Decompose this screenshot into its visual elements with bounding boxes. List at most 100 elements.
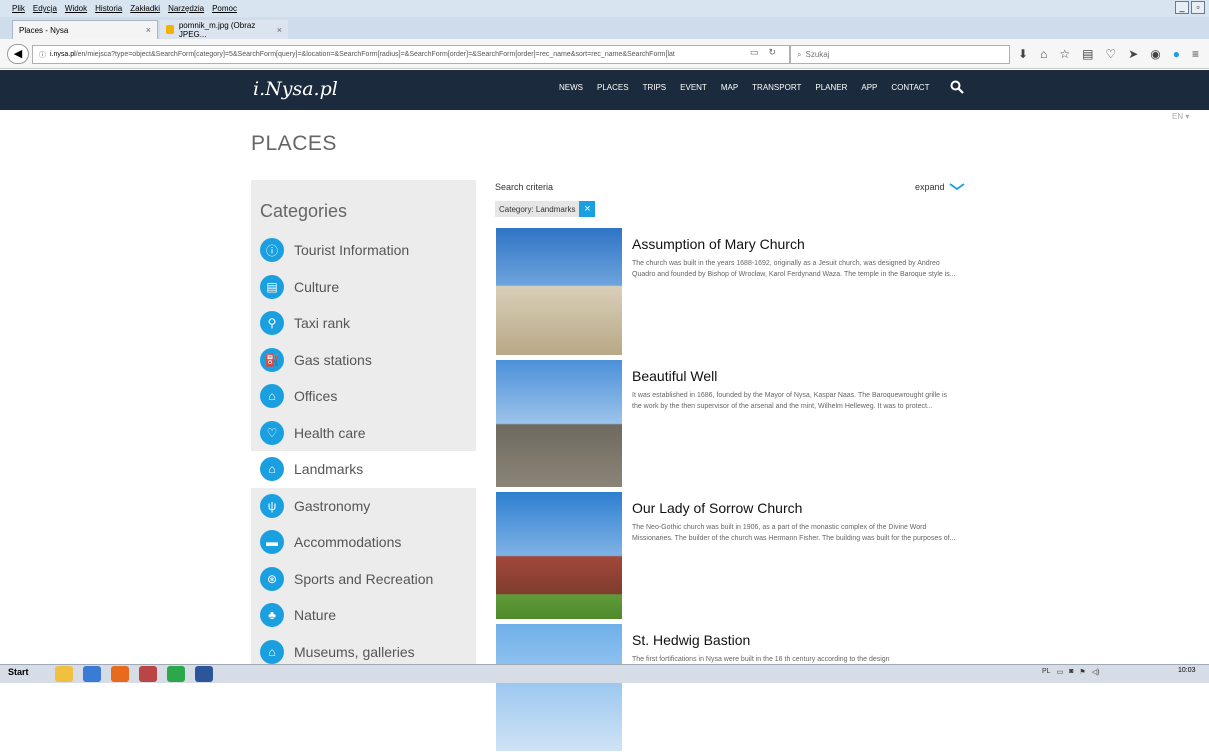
send-icon[interactable]: ➤ bbox=[1128, 47, 1138, 61]
tool-icon[interactable] bbox=[139, 666, 157, 682]
category-item[interactable]: ⌂ Offices bbox=[251, 378, 476, 415]
place-description: It was established in 1686, founded by t… bbox=[632, 392, 948, 410]
expand-label: expand bbox=[915, 182, 945, 192]
nav-places[interactable]: PLACES bbox=[597, 83, 629, 92]
nav-app[interactable]: APP bbox=[861, 83, 877, 92]
volume-icon: ◁) bbox=[1091, 669, 1100, 676]
reload-icon[interactable]: ↻ bbox=[769, 47, 777, 58]
menu-history[interactable]: Historia bbox=[95, 4, 122, 13]
language-select[interactable]: EN ▾ bbox=[1172, 112, 1189, 121]
menu-bookmarks[interactable]: Zakładki bbox=[130, 4, 160, 13]
category-item[interactable]: ♣ Nature bbox=[251, 597, 476, 634]
place-title[interactable]: Beautiful Well bbox=[632, 368, 717, 384]
pocket-icon[interactable]: ♡ bbox=[1105, 47, 1116, 61]
minimize-button[interactable]: _ bbox=[1175, 1, 1189, 14]
taskbar: Start PL ▭ ◙ ⚑ ◁) 10:03 bbox=[0, 664, 1209, 683]
flag-icon: ⚑ bbox=[1079, 669, 1086, 676]
network-icon: ◙ bbox=[1069, 668, 1074, 675]
category-label: Culture bbox=[294, 278, 340, 295]
info-icon: ⓘ bbox=[260, 238, 284, 263]
app-icon[interactable] bbox=[83, 666, 101, 682]
search-criteria-label: Search criteria bbox=[495, 182, 554, 192]
menu-edit[interactable]: Edycja bbox=[33, 4, 57, 13]
url-bar[interactable]: ⓘ i.nysa.pl/en/miejsca?type=object&Searc… bbox=[32, 45, 790, 64]
category-item[interactable]: ⚲ Taxi rank bbox=[251, 305, 476, 342]
place-photo[interactable] bbox=[496, 360, 622, 487]
tab-image[interactable]: pomnik_m.jpg (Obraz JPEG... × bbox=[160, 20, 288, 39]
nav-planer[interactable]: PLANER bbox=[815, 83, 847, 92]
category-item[interactable]: ⛽ Gas stations bbox=[251, 342, 476, 379]
place-photo[interactable] bbox=[496, 492, 622, 619]
category-item[interactable]: ▤ Culture bbox=[251, 269, 476, 306]
reader-icon[interactable]: ▭ bbox=[750, 47, 759, 58]
url-host: i.nysa.pl bbox=[50, 51, 76, 58]
input-language[interactable]: PL bbox=[1042, 668, 1051, 676]
nav-transport[interactable]: TRANSPORT bbox=[752, 83, 801, 92]
category-item[interactable]: ⓘ Tourist Information bbox=[251, 232, 476, 269]
printer-icon: ▭ bbox=[1056, 669, 1064, 676]
menu-tools[interactable]: Narzędzia bbox=[168, 4, 204, 13]
menu-bar: Plik Edycja Widok Historia Zakładki Narz… bbox=[0, 0, 1209, 17]
place-card[interactable]: Beautiful Well It was established in 1686… bbox=[496, 360, 996, 492]
expand-toggle[interactable]: expand bbox=[915, 182, 965, 192]
place-title[interactable]: St. Hedwig Bastion bbox=[632, 632, 750, 648]
place-card[interactable]: Our Lady of Sorrow Church The Neo-Gothic … bbox=[496, 492, 996, 624]
system-tray: PL ▭ ◙ ⚑ ◁) bbox=[1042, 668, 1099, 676]
category-item[interactable]: ♡ Health care bbox=[251, 415, 476, 452]
chevron-down-icon bbox=[949, 183, 965, 191]
nav-map[interactable]: MAP bbox=[721, 83, 738, 92]
close-icon[interactable]: × bbox=[277, 25, 282, 35]
close-icon[interactable]: × bbox=[146, 25, 151, 35]
tab-places-nysa[interactable]: Places - Nysa × bbox=[12, 20, 158, 39]
download-icon[interactable]: ⬇ bbox=[1018, 47, 1028, 61]
nav-event[interactable]: EVENT bbox=[680, 83, 707, 92]
back-button[interactable]: ◀ bbox=[7, 44, 29, 64]
search-input[interactable]: ⌕ Szukaj bbox=[790, 45, 1010, 64]
tab-label: pomnik_m.jpg (Obraz JPEG... bbox=[178, 20, 256, 39]
health-icon: ♡ bbox=[260, 420, 284, 445]
nav-trips[interactable]: TRIPS bbox=[643, 83, 667, 92]
category-item[interactable]: ⌂ Landmarks bbox=[251, 451, 476, 488]
menu-icon[interactable]: ≡ bbox=[1192, 47, 1199, 61]
category-label: Gastronomy bbox=[294, 497, 371, 514]
browser-icon[interactable] bbox=[167, 666, 185, 682]
category-item[interactable]: ⊛ Sports and Recreation bbox=[251, 561, 476, 598]
restore-button[interactable]: ▫ bbox=[1191, 1, 1205, 14]
start-button[interactable]: Start bbox=[8, 667, 29, 677]
library-icon[interactable]: ▤ bbox=[1082, 47, 1093, 61]
menu-file[interactable]: Plik bbox=[12, 4, 25, 13]
sports-icon: ⊛ bbox=[260, 566, 284, 591]
site-logo[interactable]: i.Nysa.pl bbox=[253, 78, 338, 100]
place-title[interactable]: Our Lady of Sorrow Church bbox=[632, 500, 802, 516]
search-icon[interactable] bbox=[950, 80, 964, 94]
menu-view[interactable]: Widok bbox=[65, 4, 87, 13]
museum-icon: ⌂ bbox=[260, 639, 284, 664]
menu-help[interactable]: Pomoc bbox=[212, 4, 237, 13]
home-icon[interactable]: ⌂ bbox=[1040, 47, 1047, 61]
place-card[interactable]: St. Hedwig Bastion The first fortificatio… bbox=[496, 624, 996, 756]
place-title[interactable]: Assumption of Mary Church bbox=[632, 236, 805, 252]
category-label: Accommodations bbox=[294, 534, 402, 551]
skype-icon[interactable]: ● bbox=[1173, 47, 1180, 61]
language-label: EN bbox=[1172, 112, 1184, 121]
tree-icon: ♣ bbox=[260, 603, 284, 628]
place-photo[interactable] bbox=[496, 228, 622, 355]
bookmark-star-icon[interactable]: ☆ bbox=[1059, 47, 1070, 61]
clock[interactable]: 10:03 bbox=[1178, 667, 1196, 674]
category-list: ⓘ Tourist Information ▤ Culture ⚲ Taxi rank ⛽ G… bbox=[251, 232, 476, 664]
word-icon[interactable] bbox=[195, 666, 213, 682]
category-item[interactable]: ψ Gastronomy bbox=[251, 488, 476, 525]
nav-contact[interactable]: CONTACT bbox=[891, 83, 929, 92]
nav-news[interactable]: NEWS bbox=[559, 83, 583, 92]
filter-label: Category: Landmarks bbox=[499, 204, 576, 214]
remove-filter-icon[interactable]: × bbox=[579, 201, 596, 217]
chat-icon[interactable]: ◉ bbox=[1150, 47, 1160, 61]
place-card[interactable]: Assumption of Mary Church The church was … bbox=[496, 228, 996, 360]
explorer-icon[interactable] bbox=[55, 666, 73, 682]
bed-icon: ▬ bbox=[260, 530, 284, 555]
firefox-icon[interactable] bbox=[111, 666, 129, 682]
category-item[interactable]: ⌂ Museums, galleries bbox=[251, 634, 476, 665]
place-photo[interactable] bbox=[496, 624, 622, 751]
category-item[interactable]: ▬ Accommodations bbox=[251, 524, 476, 561]
place-description: The church was built in the years 1688-1… bbox=[632, 260, 956, 278]
